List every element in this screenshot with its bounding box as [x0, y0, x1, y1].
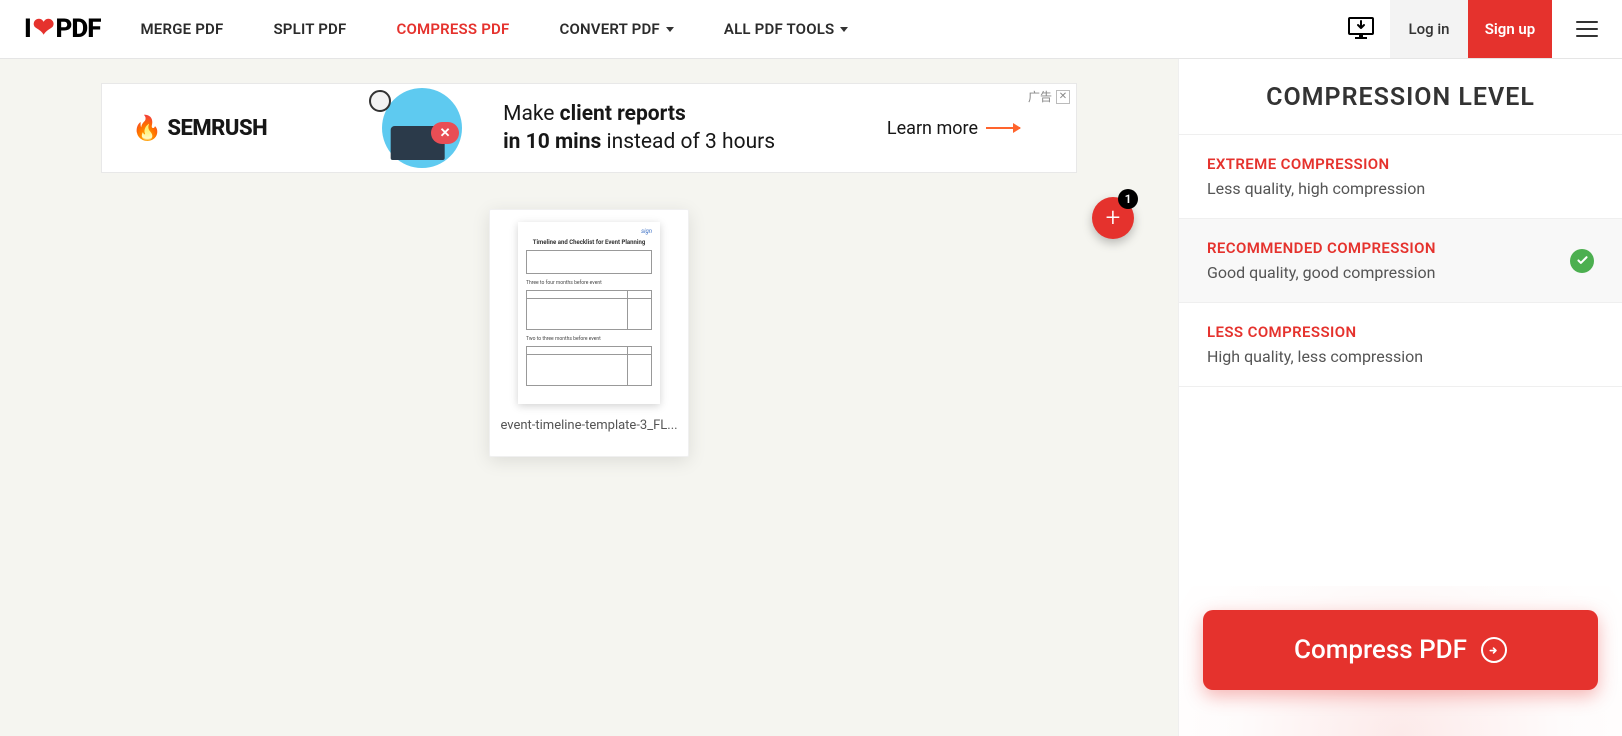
nav-all-tools[interactable]: ALL PDF TOOLS [724, 20, 849, 38]
logo-pre: I [24, 14, 31, 44]
nav-convert[interactable]: CONVERT PDF [559, 20, 673, 38]
flame-icon: 🔥 [132, 114, 161, 142]
nav: MERGE PDF SPLIT PDF COMPRESS PDF CONVERT… [140, 20, 848, 38]
file-count-badge: 1 [1118, 189, 1138, 209]
option-less[interactable]: LESS COMPRESSION High quality, less comp… [1179, 303, 1622, 387]
monitor-download-icon [1348, 16, 1374, 42]
logo-post: PDF [56, 14, 101, 44]
cta-label: Compress PDF [1294, 635, 1467, 665]
option-title: EXTREME COMPRESSION [1207, 155, 1425, 173]
option-title: RECOMMENDED COMPRESSION [1207, 239, 1436, 257]
arrow-right-circle-icon [1481, 637, 1507, 663]
ad-close-icon[interactable]: ✕ [1056, 90, 1070, 104]
chevron-down-icon [840, 27, 848, 32]
x-badge-icon: ✕ [431, 122, 459, 144]
hamburger-icon [1576, 21, 1598, 37]
ad-brand: SEMRUSH [167, 116, 267, 141]
check-icon [1570, 249, 1594, 273]
plus-icon: + [1106, 203, 1121, 233]
logo[interactable]: I ❤ PDF [24, 14, 100, 44]
ad-cta[interactable]: Learn more [887, 118, 1020, 139]
compress-button[interactable]: Compress PDF [1203, 610, 1598, 690]
header-right: Log in Sign up [1332, 0, 1622, 58]
file-card[interactable]: sign Timeline and Checklist for Event Pl… [489, 209, 689, 457]
clock-icon [369, 90, 391, 112]
option-recommended[interactable]: RECOMMENDED COMPRESSION Good quality, go… [1179, 219, 1622, 303]
sidebar: COMPRESSION LEVEL EXTREME COMPRESSION Le… [1178, 59, 1622, 736]
desktop-download-button[interactable] [1332, 0, 1390, 58]
ad-info: 广告 ✕ [1028, 88, 1070, 105]
sidebar-title: COMPRESSION LEVEL [1179, 59, 1622, 135]
ad-cta-label: Learn more [887, 118, 978, 139]
main: 广告 ✕ 🔥 SEMRUSH ✕ Make client reports in … [0, 59, 1622, 736]
file-name: event-timeline-template-3_FL... [500, 418, 677, 433]
nav-convert-label: CONVERT PDF [559, 20, 659, 38]
header: I ❤ PDF MERGE PDF SPLIT PDF COMPRESS PDF… [0, 0, 1622, 59]
option-desc: Less quality, high compression [1207, 179, 1425, 198]
option-title: LESS COMPRESSION [1207, 323, 1423, 341]
file-area: 1 + sign Timeline and Checklist for Even… [0, 209, 1178, 457]
option-extreme[interactable]: EXTREME COMPRESSION Less quality, high c… [1179, 135, 1622, 219]
menu-button[interactable] [1552, 0, 1622, 58]
workspace: 广告 ✕ 🔥 SEMRUSH ✕ Make client reports in … [0, 59, 1178, 736]
nav-split[interactable]: SPLIT PDF [273, 20, 346, 38]
nav-merge[interactable]: MERGE PDF [140, 20, 223, 38]
arrow-right-icon [986, 127, 1020, 129]
chevron-down-icon [666, 27, 674, 32]
nav-all-label: ALL PDF TOOLS [724, 20, 835, 38]
file-thumbnail: sign Timeline and Checklist for Event Pl… [518, 222, 660, 404]
ad-text: Make client reports in 10 mins instead o… [503, 100, 775, 157]
ad-brand-logo: 🔥 SEMRUSH [132, 114, 267, 142]
signup-button[interactable]: Sign up [1468, 0, 1552, 58]
option-desc: High quality, less compression [1207, 347, 1423, 366]
nav-compress[interactable]: COMPRESS PDF [396, 20, 509, 38]
ad-label: 广告 [1028, 88, 1052, 105]
header-left: I ❤ PDF MERGE PDF SPLIT PDF COMPRESS PDF… [0, 14, 848, 44]
login-button[interactable]: Log in [1390, 0, 1468, 58]
option-desc: Good quality, good compression [1207, 263, 1436, 282]
ad-banner[interactable]: 广告 ✕ 🔥 SEMRUSH ✕ Make client reports in … [101, 83, 1077, 173]
heart-icon: ❤ [33, 13, 54, 43]
ad-illustration: ✕ [367, 88, 477, 168]
cta-wrap: Compress PDF [1179, 586, 1622, 736]
